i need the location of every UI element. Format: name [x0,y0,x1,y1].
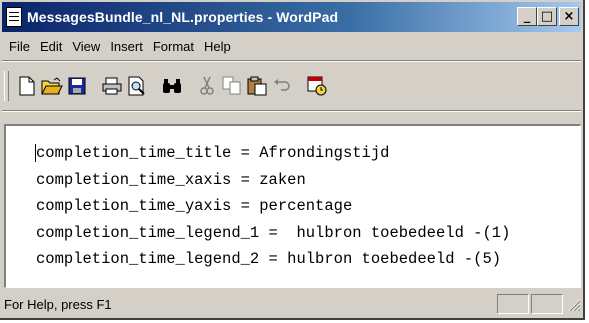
maximize-button[interactable]: □ [537,7,557,26]
menu-insert[interactable]: Insert [105,39,148,54]
status-bar: For Help, press F1 [2,292,581,316]
wordpad-window: MessagesBundle_nl_NL.properties - WordPa… [0,0,585,320]
undo-icon[interactable] [270,73,294,99]
menu-file[interactable]: File [4,39,35,54]
print-icon[interactable] [100,73,124,99]
document-line: completion_time_legend_2 = hulbron toebe… [36,250,502,268]
open-icon[interactable] [40,73,64,99]
find-icon[interactable] [160,73,184,99]
toolbar-divider [2,110,581,112]
menu-view[interactable]: View [67,39,105,54]
print-preview-icon[interactable] [125,73,149,99]
menu-edit[interactable]: Edit [35,39,67,54]
status-panel [497,294,529,314]
toolbar-grip[interactable] [4,71,9,101]
minimize-button[interactable]: _ [517,7,537,26]
status-text: For Help, press F1 [4,296,112,312]
date-time-icon[interactable] [305,73,329,99]
menu-divider [2,60,581,62]
document-editor[interactable]: completion_time_title = Afrondingstijd c… [4,124,581,288]
size-grip-icon[interactable] [565,296,581,312]
document-line: completion_time_yaxis = percentage [36,197,353,215]
close-button[interactable]: × [559,7,579,26]
menu-help[interactable]: Help [199,39,236,54]
save-icon[interactable] [65,73,89,99]
document-icon[interactable] [6,7,22,27]
new-icon[interactable] [15,73,39,99]
menu-format[interactable]: Format [148,39,199,54]
status-panel [531,294,563,314]
menu-bar: File Edit View Insert Format Help [4,35,236,57]
document-line: completion_time_legend_1 = hulbron toebe… [36,223,511,242]
window-title: MessagesBundle_nl_NL.properties - WordPa… [27,9,339,25]
copy-icon[interactable] [220,73,244,99]
cut-icon[interactable] [195,73,219,99]
document-line: completion_time_xaxis = zaken [36,170,306,189]
document-line: completion_time_title = Afrondingstijd [36,144,390,162]
title-bar[interactable]: MessagesBundle_nl_NL.properties - WordPa… [2,2,581,32]
paste-icon[interactable] [245,73,269,99]
toolbar [4,66,579,106]
